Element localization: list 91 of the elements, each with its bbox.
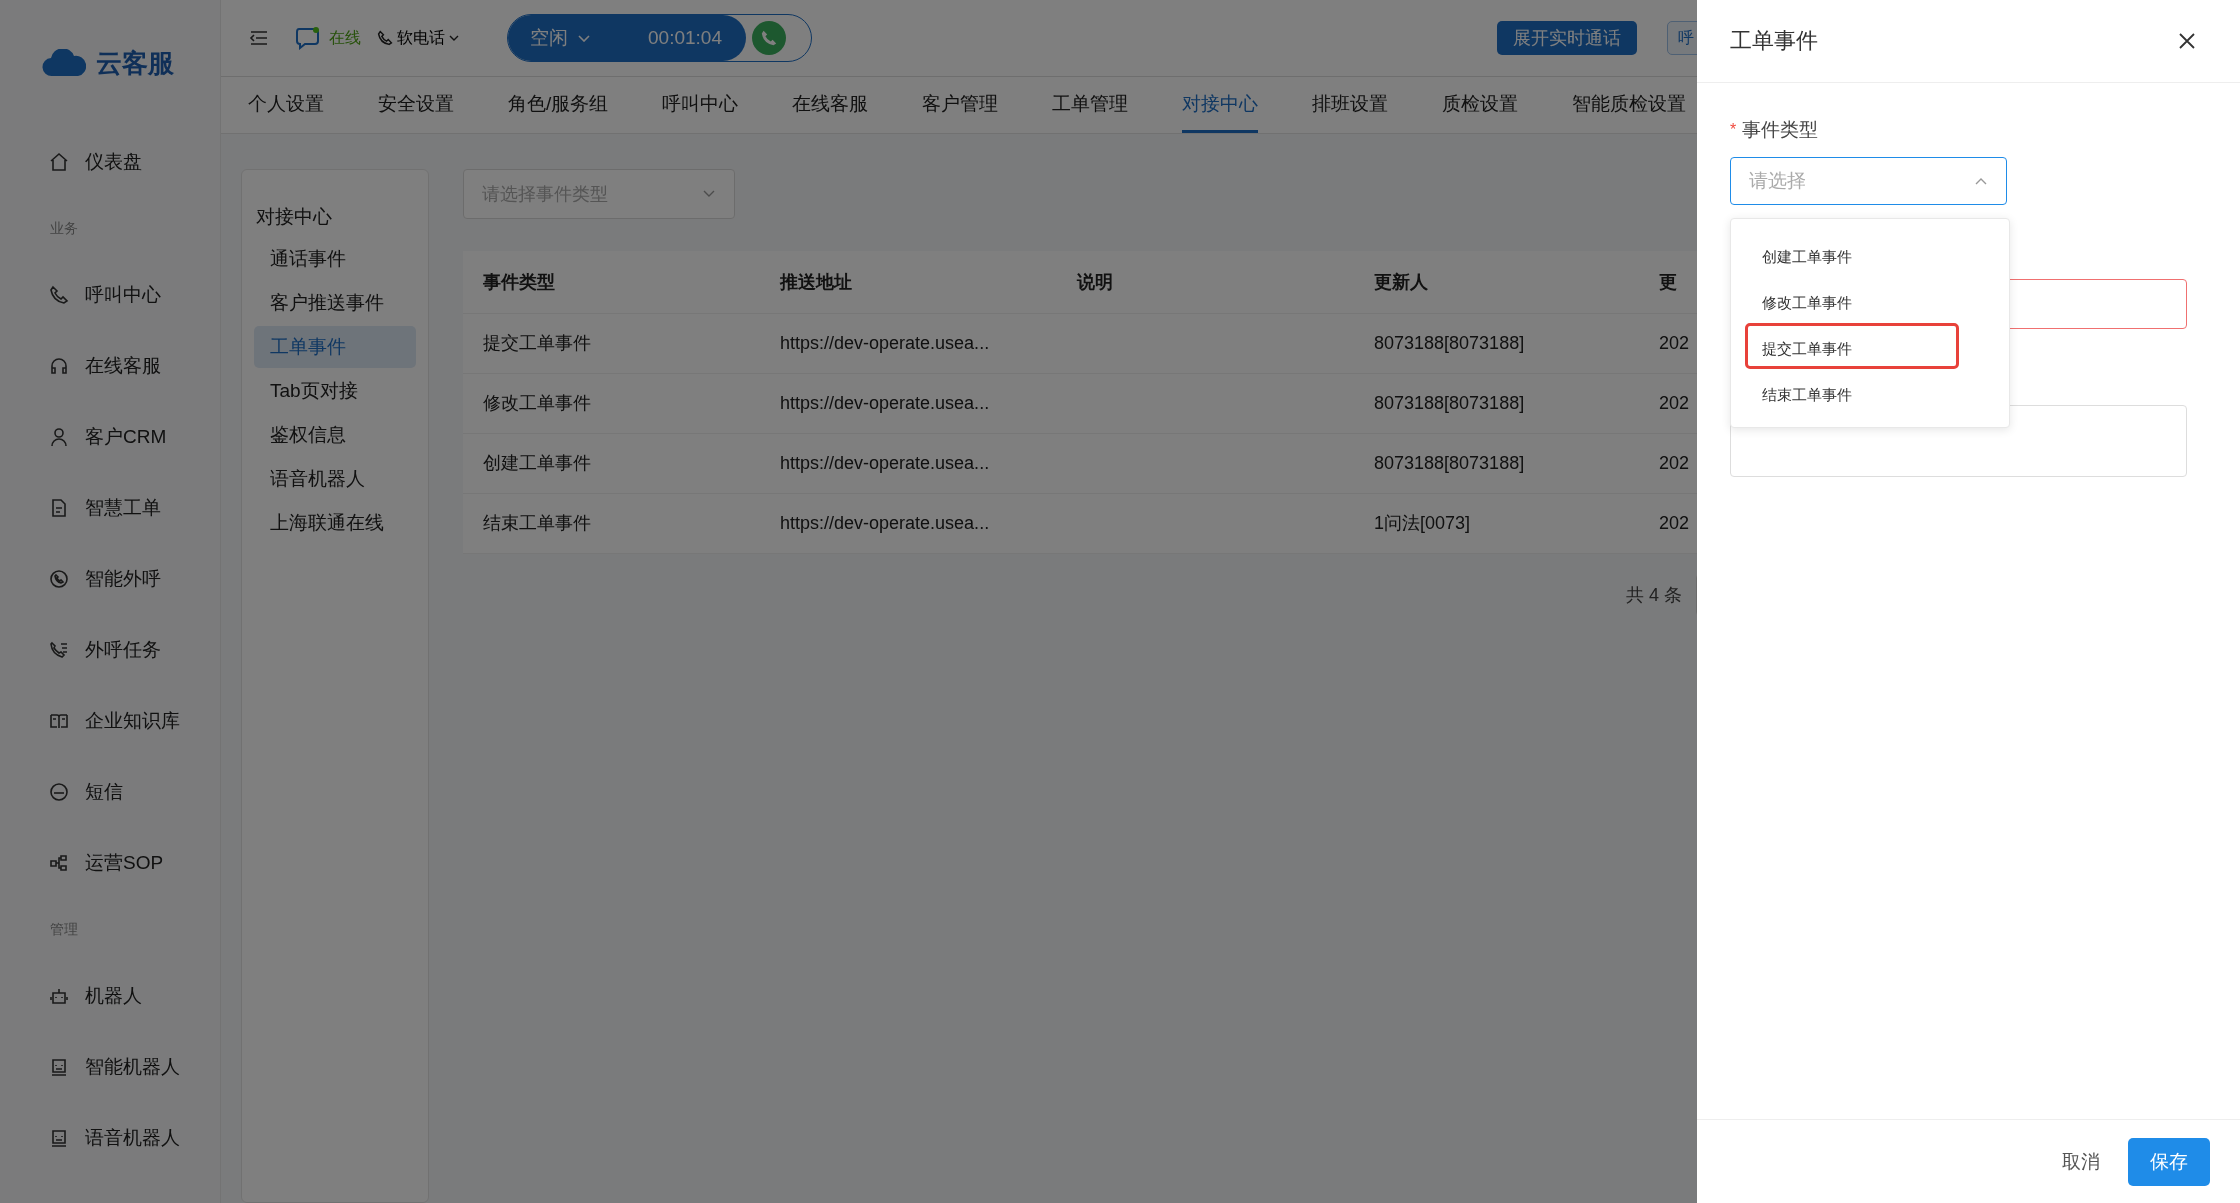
settings-tab[interactable]: 质检设置: [1442, 77, 1519, 133]
url-cell: https://dev-operate.usea...: [780, 512, 990, 533]
date-cell: 202: [1659, 332, 1690, 353]
settings-tab[interactable]: 对接中心: [1182, 77, 1259, 133]
sidebar-item[interactable]: 企业知识库: [0, 685, 220, 756]
updater-cell: 8073188[8073188]: [1374, 452, 1525, 473]
sidebar-item[interactable]: 运营SOP: [0, 827, 220, 898]
sidebar-item[interactable]: 智能外呼: [0, 543, 220, 614]
type-cell: 提交工单事件: [483, 333, 591, 353]
sidebar-item[interactable]: 客户CRM: [0, 401, 220, 472]
subnav-item[interactable]: 语音机器人: [254, 458, 416, 500]
required-mark: *: [1730, 121, 1737, 139]
type-cell: 结束工单事件: [483, 513, 591, 533]
person-icon: [49, 426, 69, 447]
document-icon: [49, 497, 69, 518]
chat-phone-icon: [49, 568, 69, 589]
settings-tab[interactable]: 安全设置: [378, 77, 454, 133]
caret-icon: [578, 34, 590, 42]
call-timer: 00:01:04: [608, 15, 746, 61]
dropdown-option[interactable]: 创建工单事件: [1745, 231, 1959, 277]
expand-call-button[interactable]: 展开实时通话: [1497, 21, 1637, 55]
type-cell: 创建工单事件: [483, 453, 591, 473]
updater-cell: 8073188[8073188]: [1374, 332, 1525, 353]
headset-icon: [49, 355, 69, 376]
save-button[interactable]: 保存: [2128, 1137, 2210, 1186]
settings-tab[interactable]: 在线客服: [792, 77, 869, 133]
sidebar-item[interactable]: 机器人: [0, 960, 220, 1031]
online-status: 在线: [329, 27, 361, 48]
column-header: 更新人: [1354, 251, 1651, 313]
updater-cell: 1问法[0073]: [1374, 513, 1471, 533]
close-icon[interactable]: [2178, 32, 2196, 50]
total-count: 共 4 条: [1626, 583, 1682, 607]
column-header: 推送地址: [760, 251, 1057, 313]
url-cell: https://dev-operate.usea...: [780, 332, 990, 353]
settings-tab[interactable]: 角色/服务组: [508, 77, 609, 133]
settings-tab[interactable]: 排班设置: [1312, 77, 1389, 133]
chevron-up-icon: [1974, 176, 1988, 186]
monitor-face-icon: [49, 1127, 69, 1148]
column-header: 说明: [1057, 251, 1354, 313]
dropdown-option[interactable]: 修改工单事件: [1745, 277, 1959, 323]
dropdown-option[interactable]: 提交工单事件: [1745, 323, 1959, 369]
url-cell: https://dev-operate.usea...: [780, 452, 990, 473]
phone-icon: [377, 30, 393, 46]
subnav-item[interactable]: 通话事件: [254, 238, 416, 280]
caret-icon: [449, 35, 459, 41]
monitor-face-icon: [49, 1056, 69, 1077]
field-label: 事件类型: [1742, 118, 1819, 142]
settings-tab[interactable]: 智能质检设置: [1572, 77, 1687, 133]
sidebar-item[interactable]: 外呼任务: [0, 614, 220, 685]
url-cell: https://dev-operate.usea...: [780, 392, 990, 413]
date-cell: 202: [1659, 392, 1690, 413]
dropdown-option[interactable]: 结束工单事件: [1745, 369, 1959, 415]
subnav-item[interactable]: 客户推送事件: [254, 282, 416, 324]
settings-tab[interactable]: 个人设置: [248, 77, 324, 133]
cloud-logo-icon: [42, 49, 86, 77]
subnav-item[interactable]: 工单事件: [254, 326, 416, 368]
subnav-item[interactable]: Tab页对接: [254, 370, 416, 412]
drawer-title: 工单事件: [1730, 27, 1818, 55]
sidebar-item[interactable]: 语音机器人: [0, 1102, 220, 1173]
updater-cell: 8073188[8073188]: [1374, 392, 1525, 413]
app-logo-text: 云客服: [96, 46, 174, 80]
subnav-item[interactable]: 鉴权信息: [254, 414, 416, 456]
date-cell: 202: [1659, 512, 1690, 533]
phone-list-icon: [49, 639, 69, 660]
soft-phone-dropdown[interactable]: 软电话: [377, 27, 459, 49]
home-icon: [49, 151, 69, 172]
settings-tab[interactable]: 工单管理: [1052, 77, 1129, 133]
type-cell: 修改工单事件: [483, 393, 591, 413]
sms-icon: [49, 781, 69, 802]
settings-tab[interactable]: 呼叫中心: [662, 77, 739, 133]
phone-call-button[interactable]: [751, 21, 786, 55]
menu-icon[interactable]: [249, 30, 269, 46]
sidebar-item[interactable]: 在线客服: [0, 330, 220, 401]
sidebar-item[interactable]: 呼叫中心: [0, 259, 220, 330]
subnav-title: 对接中心: [256, 205, 333, 229]
phone-icon: [759, 29, 778, 47]
sidebar-item[interactable]: 仪表盘: [0, 126, 220, 197]
chevron-down-icon: [702, 189, 716, 199]
column-header: 事件类型: [463, 251, 760, 313]
cancel-button[interactable]: 取消: [2056, 1147, 2106, 1176]
settings-tab[interactable]: 客户管理: [922, 77, 999, 133]
sidebar-item[interactable]: 短信: [0, 756, 220, 827]
subnav-item[interactable]: 上海联通在线: [254, 502, 416, 544]
call-state-dropdown[interactable]: 空闲: [508, 15, 608, 61]
date-cell: 202: [1659, 452, 1690, 473]
sidebar-item[interactable]: 智能机器人: [0, 1031, 220, 1102]
flow-icon: [49, 852, 69, 873]
chat-bubble-icon: [295, 26, 321, 50]
sidebar-item[interactable]: 智慧工单: [0, 472, 220, 543]
call-button[interactable]: 呼: [1667, 21, 1697, 55]
phone-icon: [49, 284, 69, 305]
